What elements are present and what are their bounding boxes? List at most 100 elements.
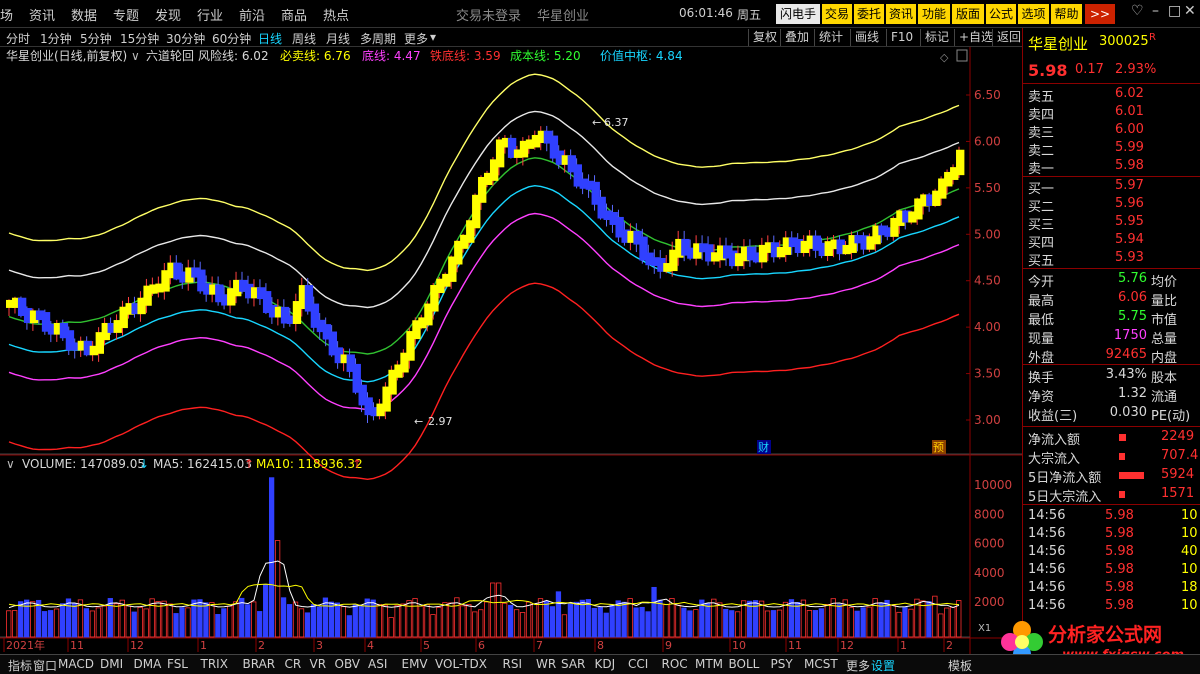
tick-row[interactable]: 14:56 5.98 18 (1023, 579, 1200, 598)
flow-row[interactable]: 5日净流入额 5924 (1023, 466, 1200, 486)
collapse-icon[interactable]: ∨ (131, 49, 140, 63)
period-tab[interactable]: 15分钟 (120, 30, 159, 47)
tick-row[interactable]: 14:56 5.98 10 (1023, 525, 1200, 544)
ask-row[interactable]: 卖一 5.98 (1023, 157, 1200, 177)
indicator-tab[interactable]: PSY (771, 657, 793, 671)
indicator-tab[interactable]: VR (310, 657, 327, 671)
indicator-tab[interactable]: OBV (335, 657, 361, 671)
period-tab[interactable]: 更多 (404, 30, 428, 47)
indicator-tab[interactable]: MACD (58, 657, 94, 671)
quote-row[interactable]: 最低 5.75 市值 (1023, 308, 1200, 328)
more-button[interactable]: >> (1085, 4, 1115, 24)
indicator-tab[interactable]: CR (285, 657, 302, 671)
layout-button[interactable]: 版面 (952, 4, 984, 24)
indicator-tab[interactable]: TRIX (201, 657, 228, 671)
menu-item[interactable]: 行业 (197, 5, 223, 24)
lightning-trade-button[interactable]: 闪电手 (776, 4, 820, 24)
volume-collapse-icon[interactable]: ∨ (6, 457, 15, 471)
indicator-tab[interactable]: KDJ (595, 657, 616, 671)
period-tab[interactable]: 60分钟 (212, 30, 251, 47)
quote-row[interactable]: 外盘 92465 内盘 (1023, 346, 1200, 366)
indicator-tab[interactable]: RSI (503, 657, 523, 671)
close-icon[interactable]: ✕ (1184, 3, 1196, 19)
indicator-tab[interactable]: WR (536, 657, 556, 671)
shirt-icon[interactable]: ♡ (1131, 3, 1144, 19)
indicator-tab[interactable]: 更多 (846, 657, 870, 674)
indicator-tab[interactable]: FSL (167, 657, 188, 671)
mark-button[interactable]: 标记 (920, 29, 949, 46)
indicator-tab[interactable]: 窗口 (33, 657, 57, 674)
back-button[interactable]: 返回 (992, 29, 1021, 46)
menu-item[interactable]: 专题 (113, 5, 139, 24)
ask-row[interactable]: 卖二 5.99 (1023, 139, 1200, 159)
quote-row[interactable]: 今开 5.76 均价 (1023, 270, 1200, 290)
bid-row[interactable]: 买一 5.97 (1023, 177, 1200, 197)
quote2-row[interactable]: 收益(三) 0.030 PE(动) (1023, 404, 1200, 424)
period-tab[interactable]: 1分钟 (40, 30, 72, 47)
bid-row[interactable]: 买三 5.95 (1023, 213, 1200, 233)
flow-row[interactable]: 净流入额 2249 (1023, 428, 1200, 448)
bid-row[interactable]: 买二 5.96 (1023, 195, 1200, 215)
indicator-tab[interactable]: 模板 (948, 657, 972, 674)
indicator-tab[interactable]: VOL-TDX (435, 657, 487, 671)
f10-button[interactable]: F10 (886, 29, 913, 46)
news-button[interactable]: 资讯 (886, 4, 916, 24)
menu-item[interactable]: 资讯 (29, 5, 55, 24)
indicator-tab[interactable]: ASI (368, 657, 387, 671)
menu-item[interactable]: 前沿 (239, 5, 265, 24)
menu-item[interactable]: 场 (0, 5, 13, 24)
overlay-button[interactable]: 叠加 (780, 29, 809, 46)
period-tab-active[interactable]: 日线 (258, 30, 282, 47)
menu-item[interactable]: 发现 (155, 5, 181, 24)
tick-row[interactable]: 14:56 5.98 10 (1023, 507, 1200, 526)
quote2-row[interactable]: 换手 3.43% 股本 (1023, 366, 1200, 386)
indicator-tab[interactable]: MCST (804, 657, 838, 671)
quote2-row[interactable]: 净资 1.32 流通 (1023, 385, 1200, 405)
indicator-tab[interactable]: CCI (628, 657, 648, 671)
period-tab[interactable]: 多周期 (360, 30, 396, 47)
indicator-tab[interactable]: BOLL (729, 657, 760, 671)
formula-button[interactable]: 公式 (986, 4, 1016, 24)
help-button[interactable]: 帮助 (1051, 4, 1082, 24)
menu-item[interactable]: 热点 (323, 5, 349, 24)
indicator-tab[interactable]: MTM (695, 657, 723, 671)
add-watchlist-button[interactable]: +自选 (954, 29, 993, 46)
order-button[interactable]: 委托 (854, 4, 884, 24)
diamond-icon[interactable]: ◇ (940, 51, 949, 64)
dropdown-arrow-icon[interactable]: ▾ (430, 30, 436, 44)
period-tab[interactable]: 5分钟 (80, 30, 112, 47)
trade-button[interactable]: 交易 (822, 4, 852, 24)
adjust-button[interactable]: 复权 (748, 29, 777, 46)
quote-row[interactable]: 最高 6.06 量比 (1023, 289, 1200, 309)
minimize-icon[interactable]: – (1152, 3, 1159, 19)
period-tab[interactable]: 30分钟 (166, 30, 205, 47)
indicator-tab[interactable]: 指标 (8, 657, 32, 674)
login-status[interactable]: 交易未登录 (456, 5, 521, 24)
draw-button[interactable]: 画线 (850, 29, 879, 46)
indicator-tab[interactable]: 设置 (871, 657, 895, 674)
bid-row[interactable]: 买四 5.94 (1023, 231, 1200, 251)
indicator-tab[interactable]: BRAR (243, 657, 276, 671)
indicator-tab[interactable]: EMV (402, 657, 428, 671)
indicator-tab[interactable]: DMA (134, 657, 162, 671)
stats-button[interactable]: 统计 (814, 29, 843, 46)
indicator-tab[interactable]: DMI (100, 657, 123, 671)
options-button[interactable]: 选项 (1018, 4, 1049, 24)
menu-item[interactable]: 商品 (281, 5, 307, 24)
tick-row[interactable]: 14:56 5.98 40 (1023, 543, 1200, 562)
ask-row[interactable]: 卖三 6.00 (1023, 121, 1200, 141)
price-chart[interactable]: 华星创业(日线,前复权) ∨ 六道轮回 风险线: 6.02 必卖线: 6.76 … (0, 47, 1022, 654)
function-button[interactable]: 功能 (918, 4, 950, 24)
flow-row[interactable]: 大宗流入 707.4 (1023, 447, 1200, 467)
ask-row[interactable]: 卖四 6.01 (1023, 103, 1200, 123)
period-tab[interactable]: 分时 (6, 30, 30, 47)
indicator-tab[interactable]: ROC (662, 657, 688, 671)
quote-row[interactable]: 现量 1750 总量 (1023, 327, 1200, 347)
indicator-tab[interactable]: SAR (561, 657, 585, 671)
maximize-icon[interactable]: □ (1168, 3, 1181, 19)
period-tab[interactable]: 周线 (292, 30, 316, 47)
tick-row[interactable]: 14:56 5.98 10 (1023, 561, 1200, 580)
bid-row[interactable]: 买五 5.93 (1023, 249, 1200, 269)
period-tab[interactable]: 月线 (326, 30, 350, 47)
ask-row[interactable]: 卖五 6.02 (1023, 85, 1200, 105)
